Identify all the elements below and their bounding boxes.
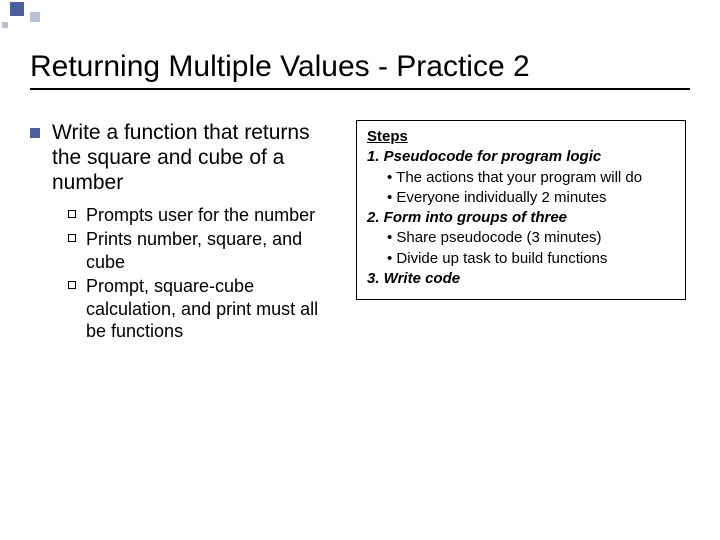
main-bullet-text: Write a function that returns the square… (52, 120, 340, 196)
sub-bullet-text: Prints number, square, and cube (86, 228, 340, 273)
title-underline (30, 88, 690, 90)
step-label: 1. Pseudocode for program logic (367, 147, 675, 167)
list-item: Prints number, square, and cube (68, 228, 340, 273)
step-sub-item: Share pseudocode (3 minutes) (387, 228, 675, 248)
list-item: Prompt, square-cube calculation, and pri… (68, 275, 340, 343)
title-area: Returning Multiple Values - Practice 2 (30, 50, 690, 90)
right-column: Steps 1. Pseudocode for program logic Th… (356, 120, 686, 345)
left-column: Write a function that returns the square… (30, 120, 340, 345)
step-sub-item: Divide up task to build functions (387, 249, 675, 269)
step-label: 2. Form into groups of three (367, 208, 675, 228)
sub-bullet-text: Prompts user for the number (86, 204, 315, 227)
hollow-square-icon (68, 210, 76, 218)
main-bullet: Write a function that returns the square… (30, 120, 340, 196)
page-title: Returning Multiple Values - Practice 2 (30, 50, 690, 84)
step-sub-item: Everyone individually 2 minutes (387, 188, 675, 208)
hollow-square-icon (68, 234, 76, 242)
steps-box: Steps 1. Pseudocode for program logic Th… (356, 120, 686, 300)
content-area: Write a function that returns the square… (30, 120, 690, 345)
slide-corner-decoration (0, 0, 160, 40)
square-bullet-icon (30, 128, 40, 138)
step-sub-item: The actions that your program will do (387, 168, 675, 188)
steps-heading: Steps (367, 127, 675, 147)
step-label: 3. Write code (367, 269, 675, 289)
sub-bullet-text: Prompt, square-cube calculation, and pri… (86, 275, 340, 343)
hollow-square-icon (68, 281, 76, 289)
list-item: Prompts user for the number (68, 204, 340, 227)
sub-bullet-list: Prompts user for the number Prints numbe… (68, 204, 340, 343)
